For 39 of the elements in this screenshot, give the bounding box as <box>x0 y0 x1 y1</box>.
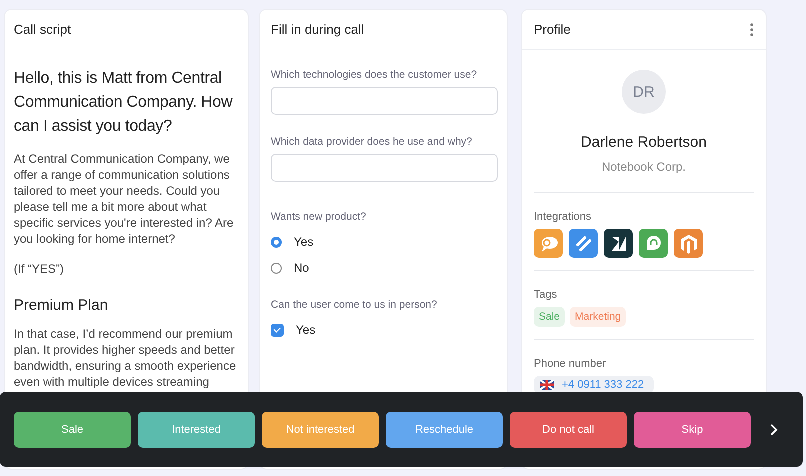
section-label: Integrations <box>534 211 592 223</box>
contact-name: Darlene Robertson <box>581 134 707 151</box>
card-title: Fill in during call <box>271 22 366 37</box>
checkbox[interactable] <box>271 324 284 336</box>
action-button[interactable]: Not interested <box>262 412 379 448</box>
input-field[interactable] <box>271 87 498 115</box>
section-label: Tags <box>534 289 558 301</box>
input-field[interactable] <box>271 154 498 182</box>
flag-icon <box>540 380 554 390</box>
more-options-icon[interactable] <box>750 22 754 36</box>
script-condition: (If “YES”) <box>14 261 65 277</box>
action-button[interactable]: Skip <box>634 412 751 448</box>
card-title: Call script <box>14 22 72 37</box>
phone-number[interactable]: +4 0911 333 222 <box>562 379 644 391</box>
action-button[interactable]: Reschedule <box>386 412 503 448</box>
integration-icon[interactable] <box>604 229 633 258</box>
section-label: Phone number <box>534 358 608 370</box>
avatar: DR <box>622 70 666 114</box>
question-label: Which technologies does the customer use? <box>271 69 478 81</box>
script-greeting: Hello, this is Matt from Central Communication Company. How can I assist you today? <box>14 69 234 137</box>
question-label: Which data provider does he use and why? <box>271 136 474 148</box>
action-button[interactable]: Interested <box>138 412 255 448</box>
script-paragraph: At Central Communication Company, we offer a range of communication solutions tailored to meet your needs. Could you please tell me a bit more about what specific services you're interested in? Are you looking for home internet? <box>14 151 235 247</box>
tag: Marketing <box>570 307 626 327</box>
option-label: Yes <box>294 235 314 249</box>
script-paragraph: In that case, I’d recommend our premium plan. It provides higher speeds and better bandwidth, ensuring a smooth experience even with multiple devices streaming <box>14 326 238 390</box>
radio-button[interactable] <box>271 236 282 248</box>
radio-button[interactable] <box>271 262 282 274</box>
chevron-right-icon[interactable] <box>770 424 778 436</box>
question-label: Wants new product? <box>271 211 368 223</box>
option-label: Yes <box>296 323 316 337</box>
card-title: Profile <box>534 22 571 37</box>
action-button[interactable]: Sale <box>14 412 131 448</box>
option-label: No <box>294 261 310 275</box>
action-button[interactable]: Do not call <box>510 412 627 448</box>
company-name: Notebook Corp. <box>602 160 686 174</box>
tag: Sale <box>534 307 566 327</box>
question-label: Can the user come to us in person? <box>271 299 438 311</box>
section-heading: Premium Plan <box>14 297 110 314</box>
